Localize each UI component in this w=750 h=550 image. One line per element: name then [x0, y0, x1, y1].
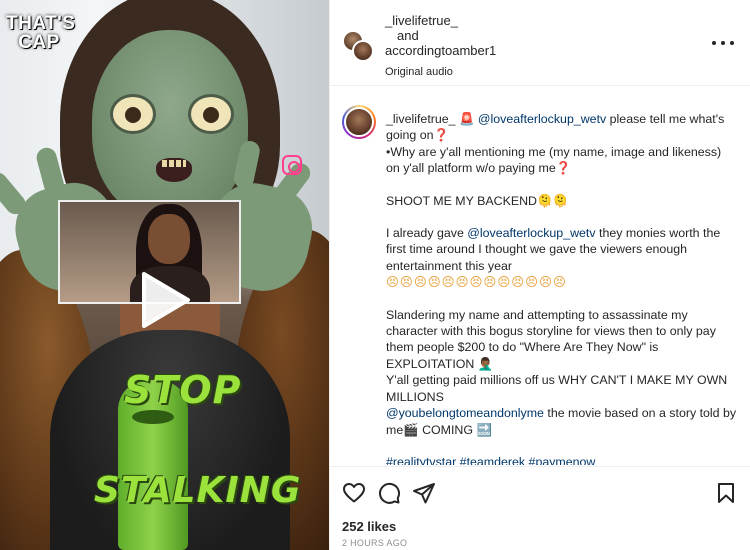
caption-line: I already gave	[386, 226, 468, 241]
caption-line: •Why are y'all mentioning me (my name, i…	[386, 144, 722, 176]
audio-link[interactable]: Original audio	[385, 66, 453, 78]
username-link[interactable]: _livelifetrue_	[385, 13, 496, 28]
like-count[interactable]: 252 likes	[342, 519, 396, 534]
bookmark-icon[interactable]	[714, 481, 738, 505]
avatar[interactable]	[342, 105, 376, 139]
alarm-emoji: 🚨	[459, 112, 475, 126]
caption-text: _livelifetrue_ 🚨 @loveafterlockup_wetv p…	[386, 111, 738, 465]
collab-avatars[interactable]	[342, 30, 376, 64]
caption-line: SHOOT ME MY BACKEND🫠🫠	[386, 193, 568, 208]
caption-username[interactable]: _livelifetrue_	[386, 112, 456, 126]
action-bar: 252 likes 2 HOURS AGO	[330, 466, 750, 550]
caption-line: Slandering my name and attempting to ass…	[386, 307, 716, 371]
share-icon[interactable]	[412, 481, 436, 505]
caption-comment: _livelifetrue_ 🚨 @loveafterlockup_wetv p…	[330, 87, 750, 465]
post-header: _livelifetrue_ and accordingtoamber1 Ori…	[330, 0, 750, 86]
collab-names: _livelifetrue_ and accordingtoamber1	[385, 13, 496, 58]
emoji-row: 😣😣😣😣😣😣😣😣😣😣😣😣😣	[386, 275, 567, 290]
mention-link[interactable]: @loveafterlockup_wetv	[467, 226, 595, 240]
reel-video[interactable]: THAT'S CAP STOP STALKING	[0, 0, 329, 550]
question-emoji: ❓	[433, 128, 449, 143]
thats-cap-caption: THAT'S CAP	[6, 13, 76, 53]
avatar	[352, 40, 374, 62]
stop-sticker-text: STOP	[124, 368, 242, 412]
stalking-sticker-text: STALKING	[94, 470, 302, 511]
mention-link[interactable]: @youbelongtomeandonlyme	[386, 406, 544, 420]
post-timestamp: 2 HOURS AGO	[342, 538, 408, 548]
post-panel: _livelifetrue_ and accordingtoamber1 Ori…	[329, 0, 750, 550]
heart-icon[interactable]	[342, 481, 366, 505]
comment-icon[interactable]	[377, 481, 401, 505]
post: THAT'S CAP STOP STALKING _livelifetrue_ …	[0, 0, 750, 550]
play-icon[interactable]	[132, 268, 196, 332]
hashtags[interactable]: #realitytvstar #teamderek #paymenow	[386, 454, 738, 465]
username-link[interactable]: accordingtoamber1	[385, 43, 496, 58]
instagram-icon	[282, 155, 302, 175]
mention-link[interactable]: @loveafterlockup_wetv	[478, 112, 606, 126]
connector-text: and	[397, 28, 419, 43]
more-icon[interactable]	[710, 36, 736, 50]
caption-line: Y'all getting paid millions off us WHY C…	[386, 373, 728, 404]
question-emoji: ❓	[555, 161, 572, 176]
